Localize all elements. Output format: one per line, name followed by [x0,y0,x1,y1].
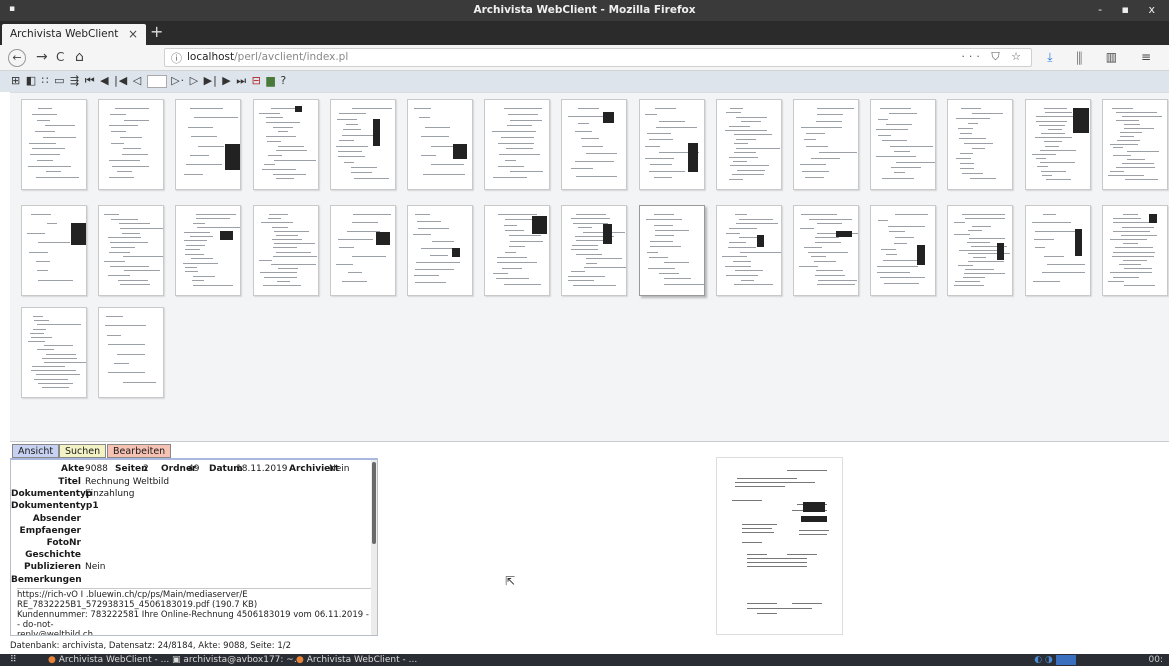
window-controls[interactable]: - ▪ x [1098,3,1163,16]
field-value: Nein [85,562,106,573]
page-number-input[interactable] [146,74,167,88]
page-thumbnail[interactable] [561,99,628,190]
page-thumbnail[interactable] [21,307,87,398]
toolbar-nav-forward-icons[interactable]: ▷· ▷ ▶| ▶ ⏭ [171,74,247,87]
page-thumbnail[interactable] [1024,205,1091,296]
page-thumbnail[interactable] [175,205,242,296]
record-detail-panel: Akte 9088 Seiten 2 Ordner 49 Datum 18.11… [10,458,378,636]
thumbnail-grid [10,92,1169,442]
library-icon: ⫼ [1076,50,1092,64]
new-tab-button[interactable]: + [150,24,163,40]
field-label: Empfaenger [19,525,81,536]
page-actions-icons[interactable]: ··· ⛉ ☆ [961,50,1025,64]
page-thumbnail[interactable] [870,99,937,190]
browser-tab-strip: Archivista WebClient × + [0,21,1169,45]
archive-icon[interactable]: ▆ [266,74,275,87]
field-label: Dokumententyp1 [11,501,99,512]
taskbar-item-firefox-2[interactable]: ● Archivista WebClient - ... [296,654,417,666]
url-bar[interactable]: ⓘ localhost/perl/avclient/index.pl ··· ⛉… [164,48,1032,67]
page-thumbnail[interactable] [484,99,551,190]
forward-button[interactable]: → [36,49,48,65]
taskbar-item-terminal[interactable]: ▣ archivista@avbox177: ~... [172,654,302,666]
os-taskbar: ⠿ ● Archivista WebClient - ... ▣ archivi… [0,654,1169,666]
window-titlebar: ▪ Archivista WebClient - Mozilla Firefox… [0,0,1169,21]
page-thumbnail[interactable] [98,205,165,296]
page-thumbnail[interactable] [98,307,165,398]
help-icon[interactable]: ? [280,74,287,87]
back-button[interactable]: ← [8,49,26,67]
attachment-line: Kundennummer: 783222581 Ihre Online-Rech… [17,610,372,620]
attachment-line: - do-not- [17,620,54,630]
page-thumbnail[interactable] [484,205,551,296]
page-thumbnail[interactable] [407,99,473,190]
page-thumbnail[interactable] [715,205,782,296]
sidebar-icon: ▥ [1105,50,1128,64]
page-thumbnail[interactable] [21,205,87,296]
field-label: Titel [58,477,81,487]
page-thumbnail[interactable] [21,99,87,190]
detail-scrollbar[interactable] [371,460,377,635]
page-thumbnail[interactable] [947,99,1014,190]
field-value: Einzahlung [85,489,135,500]
tab-bearbeiten[interactable]: Bearbeiten [107,444,172,458]
field-label: Dokumententyp [11,489,93,500]
page-thumbnail[interactable] [638,99,705,190]
app-toolbar: ⊞ ◧ ∷ ▭ ⇶ ⏮ ◀ |◀ ◁ ▷· ▷ ▶| ▶ ⏭ ⊟ ▆ ? [0,71,1169,92]
split-view-icon[interactable]: ⊟ [252,74,262,87]
info-icon[interactable]: ⓘ [171,50,182,66]
page-thumbnail[interactable] [638,205,705,296]
field-label: Geschichte [25,550,81,561]
system-tray[interactable]: ◐ ◑ 00: [1034,654,1163,666]
status-line: Datenbank: archivista, Datensatz: 24/818… [10,641,291,651]
tab-ansicht[interactable]: Ansicht [12,444,60,458]
page-thumbnail[interactable] [1101,205,1168,296]
field-label: Bemerkungen [11,574,82,585]
page-thumbnail[interactable] [175,99,242,190]
mouse-cursor-icon: ⇱ [505,574,516,588]
page-thumbnail[interactable] [793,99,859,190]
page-thumbnail[interactable] [252,99,319,190]
app-menu-icon[interactable]: ⠿ [10,654,17,666]
page-thumbnail[interactable] [252,205,319,296]
reload-button[interactable]: C [56,49,64,65]
field-label: Publizieren [24,562,81,573]
page-thumbnail[interactable] [715,99,782,190]
page-preview[interactable] [716,457,843,635]
page-thumbnail[interactable] [98,99,165,190]
clock: 00: [1148,655,1163,665]
field-value: Rechnung Weltbild [85,477,170,487]
page-thumbnail[interactable] [561,205,628,296]
browser-tab[interactable]: Archivista WebClient × [2,24,146,45]
browser-navbar: ← → C ⌂ ⓘ localhost/perl/avclient/index.… [0,45,1169,71]
attachment-line[interactable]: RE_7832225B1_572938315_4506183019.pdf (1… [17,600,372,610]
tab-suchen[interactable]: Suchen [59,444,107,458]
browser-right-icons[interactable]: ⤓ ⫼ ▥ ≡ [1047,50,1161,65]
page-thumbnail[interactable] [1024,99,1091,190]
toolbar-nav-back-icons[interactable]: ⏮ ◀ |◀ ◁ [85,74,142,87]
page-thumbnail[interactable] [329,205,396,296]
download-icon: ⤓ [1047,50,1063,64]
page-thumbnail[interactable] [329,99,396,190]
page-thumbnail[interactable] [793,205,859,296]
page-thumbnail[interactable] [947,205,1014,296]
page-thumbnail[interactable] [407,205,473,296]
attachment-info: https://rich-vO I .bluewin.ch/cp/ps/Main… [17,588,372,636]
url-text[interactable]: localhost/perl/avclient/index.pl [187,51,348,63]
page-thumbnail[interactable] [870,205,937,296]
taskbar-item-firefox-1[interactable]: ● Archivista WebClient - ... [48,654,169,666]
close-tab-icon[interactable]: × [128,27,138,41]
browser-tab-label: Archivista WebClient [10,28,119,40]
window-title: Archivista WebClient - Mozilla Firefox [473,4,696,16]
field-label: Absender [32,513,81,524]
attachment-line: reply@weltbild.ch [17,630,93,636]
attachment-line[interactable]: https://rich-vO I .bluewin.ch/cp/ps/Main… [17,590,372,600]
page-thumbnail[interactable] [1101,99,1168,190]
field-label: FotoNr [46,538,81,548]
home-button[interactable]: ⌂ [75,49,84,65]
toolbar-view-icons[interactable]: ⊞ ◧ ∷ ▭ ⇶ [11,74,80,87]
menu-icon: ≡ [1140,50,1161,64]
